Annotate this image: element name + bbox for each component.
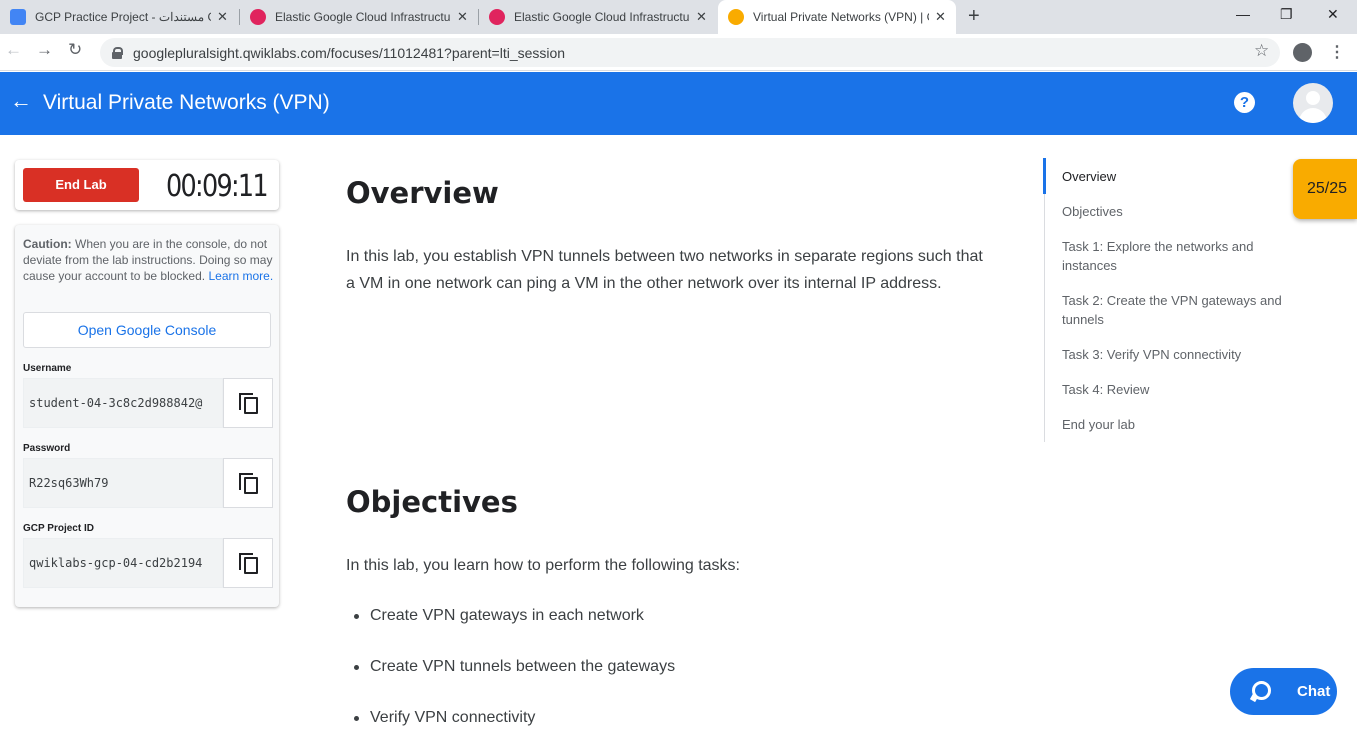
- minimize-window-button[interactable]: —: [1236, 6, 1250, 22]
- back-arrow-icon[interactable]: ←: [10, 88, 32, 114]
- copy-icon: [239, 393, 259, 415]
- copy-password-button[interactable]: [223, 458, 273, 508]
- tab-label: Virtual Private Networks (VPN) | G: [753, 10, 929, 24]
- docs-favicon-icon: [10, 9, 26, 25]
- new-tab-button[interactable]: +: [968, 5, 980, 28]
- username-value[interactable]: student-04-3c8c2d988842@: [23, 378, 223, 428]
- open-google-console-button[interactable]: Open Google Console: [23, 312, 271, 348]
- toc-item-task-4[interactable]: Task 4: Review: [1062, 380, 1297, 399]
- list-item: Create VPN gateways in each network: [346, 603, 996, 654]
- maximize-window-button[interactable]: ❐: [1280, 6, 1293, 23]
- forward-button[interactable]: →: [36, 40, 53, 60]
- toc-item-objectives[interactable]: Objectives: [1062, 202, 1297, 221]
- browser-tab-bar: GCP Practice Project - مستندات G ✕ Elast…: [0, 0, 1357, 34]
- project-id-value[interactable]: qwiklabs-gcp-04-cd2b2194: [23, 538, 223, 588]
- lab-timer: 00:09:11: [166, 169, 269, 204]
- learn-more-link[interactable]: Learn more.: [208, 269, 273, 283]
- copy-icon: [239, 473, 259, 495]
- copy-username-button[interactable]: [223, 378, 273, 428]
- page-title: Virtual Private Networks (VPN): [43, 91, 330, 114]
- close-tab-icon[interactable]: ✕: [217, 9, 228, 25]
- list-item: Verify VPN connectivity: [346, 705, 996, 756]
- app-header: ← Virtual Private Networks (VPN) ?: [0, 72, 1357, 135]
- browser-tab-gcp-practice[interactable]: GCP Practice Project - مستندات G ✕: [0, 0, 238, 34]
- tab-label: Elastic Google Cloud Infrastructu: [514, 10, 690, 24]
- close-tab-icon[interactable]: ✕: [457, 9, 468, 25]
- tab-label: Elastic Google Cloud Infrastructu: [275, 10, 451, 24]
- lab-timer-card: End Lab 00:09:11: [15, 160, 279, 210]
- username-label: Username: [23, 363, 72, 374]
- toc-active-indicator: [1043, 158, 1046, 194]
- caution-message: Caution: When you are in the console, do…: [23, 236, 275, 284]
- pluralsight-favicon-icon: [250, 9, 266, 25]
- score-badge[interactable]: 25/25: [1293, 159, 1357, 219]
- password-label: Password: [23, 443, 71, 454]
- project-id-label: GCP Project ID: [23, 523, 94, 534]
- back-button[interactable]: ←: [5, 40, 22, 60]
- reload-button[interactable]: ↻: [68, 40, 82, 60]
- close-window-button[interactable]: ✕: [1327, 6, 1339, 23]
- toc-item-task-1[interactable]: Task 1: Explore the networks and instanc…: [1062, 237, 1297, 275]
- qwiklabs-favicon-icon: [728, 9, 744, 25]
- tab-label: GCP Practice Project - مستندات G: [35, 10, 211, 24]
- chat-button[interactable]: Chat: [1230, 668, 1337, 715]
- close-tab-icon[interactable]: ✕: [935, 9, 946, 25]
- objectives-intro: In this lab, you learn how to perform th…: [346, 557, 740, 574]
- overview-heading: Overview: [346, 176, 499, 210]
- chat-label: Chat: [1297, 683, 1331, 700]
- browser-tab-elastic-2[interactable]: Elastic Google Cloud Infrastructu ✕: [479, 0, 717, 34]
- url-input[interactable]: googlepluralsight.qwiklabs.com/focuses/1…: [100, 38, 1280, 67]
- lab-credentials-panel: Caution: When you are in the console, do…: [15, 225, 279, 607]
- password-field: R22sq63Wh79: [23, 458, 273, 508]
- browser-tab-vpn-active[interactable]: Virtual Private Networks (VPN) | G ✕: [718, 0, 956, 34]
- objectives-heading: Objectives: [346, 485, 518, 519]
- bookmark-star-icon[interactable]: ☆: [1254, 41, 1269, 61]
- close-tab-icon[interactable]: ✕: [696, 9, 707, 25]
- browser-profile-icon[interactable]: [1293, 43, 1312, 62]
- objectives-list: Create VPN gateways in each network Crea…: [346, 603, 996, 756]
- end-lab-button[interactable]: End Lab: [23, 168, 139, 202]
- url-text: googlepluralsight.qwiklabs.com/focuses/1…: [133, 44, 566, 61]
- username-field: student-04-3c8c2d988842@: [23, 378, 273, 428]
- avatar-body: [1299, 108, 1327, 123]
- overview-paragraph: In this lab, you establish VPN tunnels b…: [346, 248, 983, 292]
- toc-item-overview[interactable]: Overview: [1062, 167, 1297, 186]
- browser-address-bar: ← → ↻ googlepluralsight.qwiklabs.com/foc…: [0, 34, 1357, 71]
- project-id-field: qwiklabs-gcp-04-cd2b2194: [23, 538, 273, 588]
- password-value[interactable]: R22sq63Wh79: [23, 458, 223, 508]
- avatar[interactable]: [1293, 83, 1333, 123]
- toc-item-task-2[interactable]: Task 2: Create the VPN gateways and tunn…: [1062, 291, 1297, 329]
- list-item: Create VPN tunnels between the gateways: [346, 654, 996, 705]
- chat-bubble-icon: [1252, 681, 1271, 700]
- copy-icon: [239, 553, 259, 575]
- avatar-head: [1306, 91, 1320, 105]
- pluralsight-favicon-icon: [489, 9, 505, 25]
- lock-icon[interactable]: [112, 46, 123, 59]
- help-icon[interactable]: ?: [1234, 92, 1255, 113]
- browser-tab-elastic-1[interactable]: Elastic Google Cloud Infrastructu ✕: [240, 0, 478, 34]
- caution-label: Caution:: [23, 237, 72, 251]
- toc-item-end-lab[interactable]: End your lab: [1062, 415, 1297, 434]
- browser-menu-icon[interactable]: ⋮: [1329, 42, 1345, 62]
- copy-project-id-button[interactable]: [223, 538, 273, 588]
- table-of-contents: Overview Objectives Task 1: Explore the …: [1043, 158, 1297, 442]
- toc-item-task-3[interactable]: Task 3: Verify VPN connectivity: [1062, 345, 1297, 364]
